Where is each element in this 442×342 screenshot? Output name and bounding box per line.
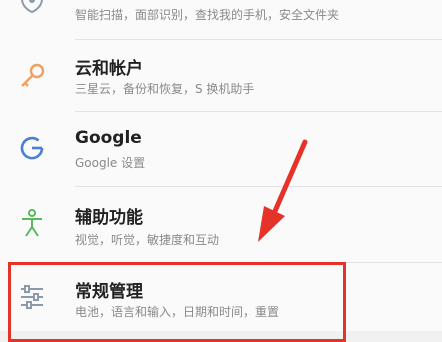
- annotation-arrow-icon: [258, 139, 308, 242]
